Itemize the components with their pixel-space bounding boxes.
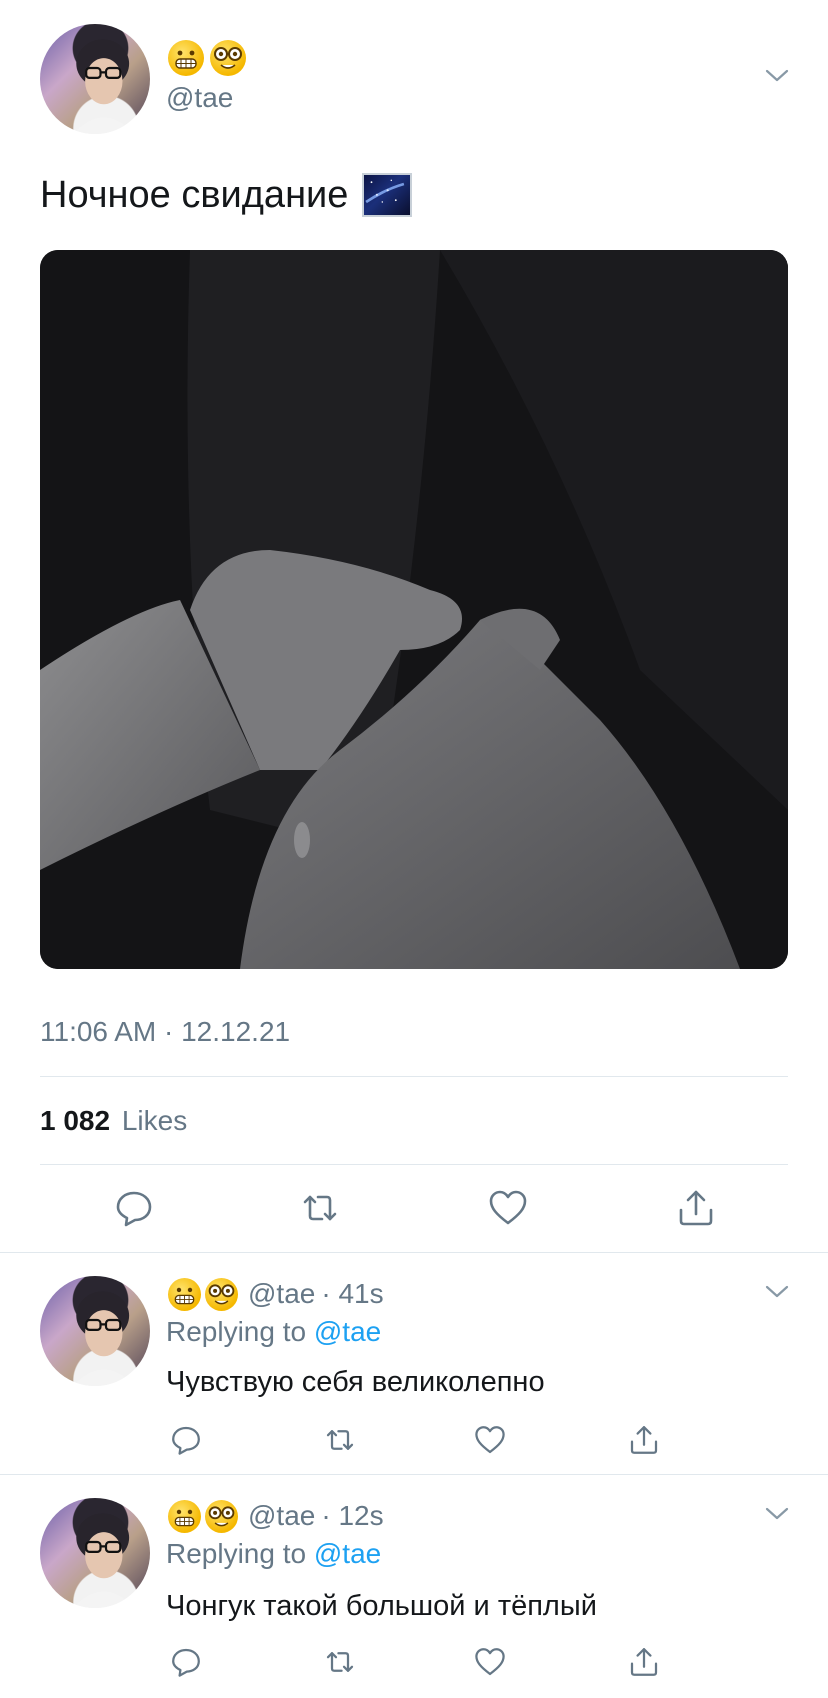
avatar-photo <box>73 1291 135 1386</box>
author-handle[interactable]: @tae <box>166 82 233 114</box>
reply-text: Чувствую себя великолепно <box>166 1366 545 1398</box>
heart-icon[interactable] <box>474 1424 506 1456</box>
share-icon[interactable] <box>676 1188 716 1228</box>
reply-handle[interactable]: @tae <box>248 1500 315 1532</box>
tweet-photo[interactable] <box>40 250 788 969</box>
avatar-photo <box>73 1513 135 1608</box>
nerd-face-emoji <box>205 1499 238 1533</box>
reply-text: Чонгук такой большой и тёплый <box>166 1590 597 1622</box>
name-emojis <box>168 40 247 80</box>
tweet-text: Ночное свидание <box>40 173 349 216</box>
divider <box>40 1164 788 1165</box>
avatar-photo <box>73 39 135 134</box>
reply-avatar[interactable] <box>40 1276 150 1386</box>
reply-header: @tae · 12s <box>168 1496 384 1536</box>
divider <box>0 1474 828 1475</box>
likes-label: Likes <box>121 1105 188 1136</box>
grimacing-face-emoji <box>168 1499 201 1533</box>
replying-to-label: Replying to <box>166 1316 307 1347</box>
reply-icon[interactable] <box>170 1424 202 1456</box>
milky-way-emoji <box>362 173 413 217</box>
heart-icon[interactable] <box>488 1188 528 1228</box>
tweet-text-row: Ночное свидание <box>40 173 413 217</box>
heart-icon[interactable] <box>474 1646 506 1678</box>
tweet-menu-chevron-down-icon[interactable] <box>764 66 790 86</box>
tweet-menu-chevron-down-icon[interactable] <box>764 1504 790 1524</box>
replying-to: Replying to @tae <box>166 1538 381 1570</box>
photo-content <box>40 250 788 969</box>
replying-to-link[interactable]: @tae <box>314 1538 381 1569</box>
reply-icon[interactable] <box>170 1646 202 1678</box>
replying-to-link[interactable]: @tae <box>314 1316 381 1347</box>
likes-stat[interactable]: 1 082 Likes <box>40 1105 187 1137</box>
retweet-icon[interactable] <box>324 1424 356 1456</box>
share-icon[interactable] <box>628 1424 660 1456</box>
replying-to: Replying to @tae <box>166 1316 381 1348</box>
reply-avatar[interactable] <box>40 1498 150 1608</box>
retweet-icon[interactable] <box>324 1646 356 1678</box>
reply-icon[interactable] <box>114 1188 154 1228</box>
divider <box>0 1252 828 1253</box>
share-icon[interactable] <box>628 1646 660 1678</box>
reply-header: @tae · 41s <box>168 1274 384 1314</box>
tweet-menu-chevron-down-icon[interactable] <box>764 1282 790 1302</box>
nerd-face-emoji <box>205 1277 238 1311</box>
retweet-icon[interactable] <box>300 1188 340 1228</box>
replying-to-label: Replying to <box>166 1538 307 1569</box>
grimacing-face-emoji <box>168 40 204 76</box>
nerd-face-emoji <box>210 40 247 76</box>
grimacing-face-emoji <box>168 1277 201 1311</box>
avatar[interactable] <box>40 24 150 134</box>
tweet-timestamp[interactable]: 11:06 AM · 12.12.21 <box>40 1016 290 1048</box>
reply-time[interactable]: · 41s <box>321 1278 383 1310</box>
reply-handle[interactable]: @tae <box>248 1278 315 1310</box>
likes-count: 1 082 <box>40 1105 111 1136</box>
reply-time[interactable]: · 12s <box>321 1500 383 1532</box>
divider <box>40 1076 788 1077</box>
